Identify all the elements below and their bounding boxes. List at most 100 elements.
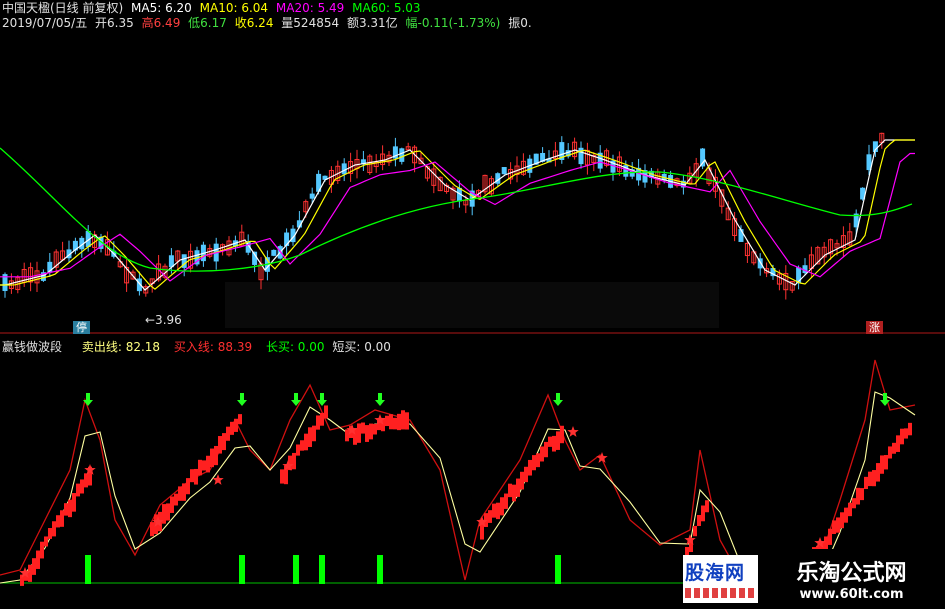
- indicator-name: 赢钱做波段: [2, 340, 63, 354]
- indicator-bar: [178, 486, 182, 501]
- indicator-bar: [292, 452, 296, 470]
- indicator-bar: [230, 421, 234, 435]
- indicator-bar: [36, 550, 40, 569]
- indicator-bar: [552, 435, 556, 452]
- indicator-bar: [369, 423, 373, 440]
- indicator-bar: [60, 510, 64, 527]
- indicator-bar: [389, 414, 393, 430]
- indicator-bar: [40, 541, 44, 559]
- indicator-bar: [705, 500, 709, 513]
- indicator-bar: [365, 425, 369, 442]
- long-buy-label: 长买: 0.00: [265, 340, 325, 354]
- indicator-bar: [397, 413, 401, 431]
- indicator-bar: [836, 517, 840, 533]
- indicator-bar: [218, 436, 222, 454]
- indicator-bar: [544, 441, 548, 458]
- indicator-bar: [44, 536, 48, 547]
- indicator-bar: [238, 414, 242, 425]
- indicator-bar: [896, 435, 900, 452]
- indicator-bar: [300, 440, 304, 451]
- indicator-bar: [908, 422, 912, 436]
- indicator-bar: [868, 471, 872, 487]
- limit-up-tag: 涨: [866, 321, 883, 334]
- indicator-bar: [324, 405, 328, 419]
- indicator-bar: [548, 436, 552, 447]
- candle-body: [168, 255, 174, 268]
- candle-body: [341, 163, 347, 175]
- indicator-bar: [701, 505, 705, 522]
- indicator-bar: [72, 493, 76, 512]
- short-buy-label: 短买: 0.00: [332, 340, 391, 354]
- indicator-bar: [560, 425, 564, 444]
- indicator-bar: [170, 496, 174, 513]
- indicator-bar: [174, 493, 178, 506]
- indicator-bar: [304, 433, 308, 451]
- indicator-bar: [393, 417, 397, 430]
- indicator-bar: [48, 528, 52, 539]
- indicator-bar: [697, 514, 701, 526]
- indicator-bar: [504, 493, 508, 509]
- indicator-bar: [32, 558, 36, 575]
- ma5-line: [0, 139, 915, 291]
- indicator-bar: [492, 503, 496, 518]
- indicator-bar: [856, 487, 860, 505]
- signal-star: [567, 426, 579, 437]
- limit-stop-tag: 停: [73, 321, 90, 334]
- indicator-bar: [864, 476, 868, 490]
- indicator-bar: [540, 446, 544, 462]
- ma60-line: [0, 147, 913, 272]
- buy-line-label: 买入线: 88.39: [173, 340, 253, 354]
- indicator-bar: [214, 445, 218, 466]
- candle-body: [309, 193, 315, 199]
- indicator-bar: [520, 471, 524, 490]
- indicator-bar: [488, 510, 492, 523]
- long-buy-signal: [377, 555, 383, 584]
- indicator-bar: [892, 442, 896, 454]
- indicator-bar: [884, 455, 888, 470]
- indicator-bar: [880, 455, 884, 474]
- watermark-right-title: 乐淘公式网: [796, 561, 907, 586]
- indicator-bar: [194, 468, 198, 485]
- indicator-bar: [206, 455, 210, 473]
- indicator-bar: [345, 429, 349, 442]
- indicator-bar: [316, 415, 320, 430]
- long-buy-signal: [319, 555, 325, 584]
- indicator-bar: [516, 478, 520, 497]
- indicator-bar: [166, 503, 170, 521]
- indicator-bar: [512, 484, 516, 502]
- indicator-bar: [64, 503, 68, 516]
- indicator-bar: [186, 478, 190, 495]
- signal-star: [596, 452, 608, 463]
- indicator-bar: [532, 455, 536, 471]
- indicator-bar: [828, 528, 832, 545]
- indicator-bar: [202, 460, 206, 471]
- indicator-bar: [150, 522, 154, 537]
- indicator-bar: [198, 459, 202, 476]
- indicator-bar: [385, 415, 389, 427]
- indicator-bar: [556, 431, 560, 450]
- candle-body: [501, 167, 507, 175]
- indicator-bar: [888, 446, 892, 459]
- sell-arrow: [375, 393, 385, 406]
- kline-chart[interactable]: [0, 0, 945, 609]
- indicator-bar: [76, 483, 80, 497]
- indicator-bar: [536, 453, 540, 468]
- indicator-bar: [357, 423, 361, 443]
- indicator-bar: [312, 425, 316, 442]
- indicator-bar: [528, 459, 532, 476]
- long-buy-signal: [85, 555, 91, 584]
- watermark-left-text: 股海网: [685, 562, 746, 584]
- indicator-bar: [904, 428, 908, 439]
- watermark-left-stripe: [685, 588, 756, 598]
- indicator-bar: [840, 512, 844, 529]
- indicator-bar: [900, 428, 904, 445]
- indicator-bar: [182, 483, 186, 501]
- indicator-bar: [190, 469, 194, 483]
- indicator-bar: [693, 525, 697, 537]
- indicator-bar: [308, 427, 312, 447]
- indicator-bar: [524, 466, 528, 483]
- watermark-left: 股海网: [683, 555, 758, 603]
- indicator-bar: [80, 479, 84, 494]
- indicator-bar: [872, 470, 876, 487]
- indicator-bar: [320, 412, 324, 426]
